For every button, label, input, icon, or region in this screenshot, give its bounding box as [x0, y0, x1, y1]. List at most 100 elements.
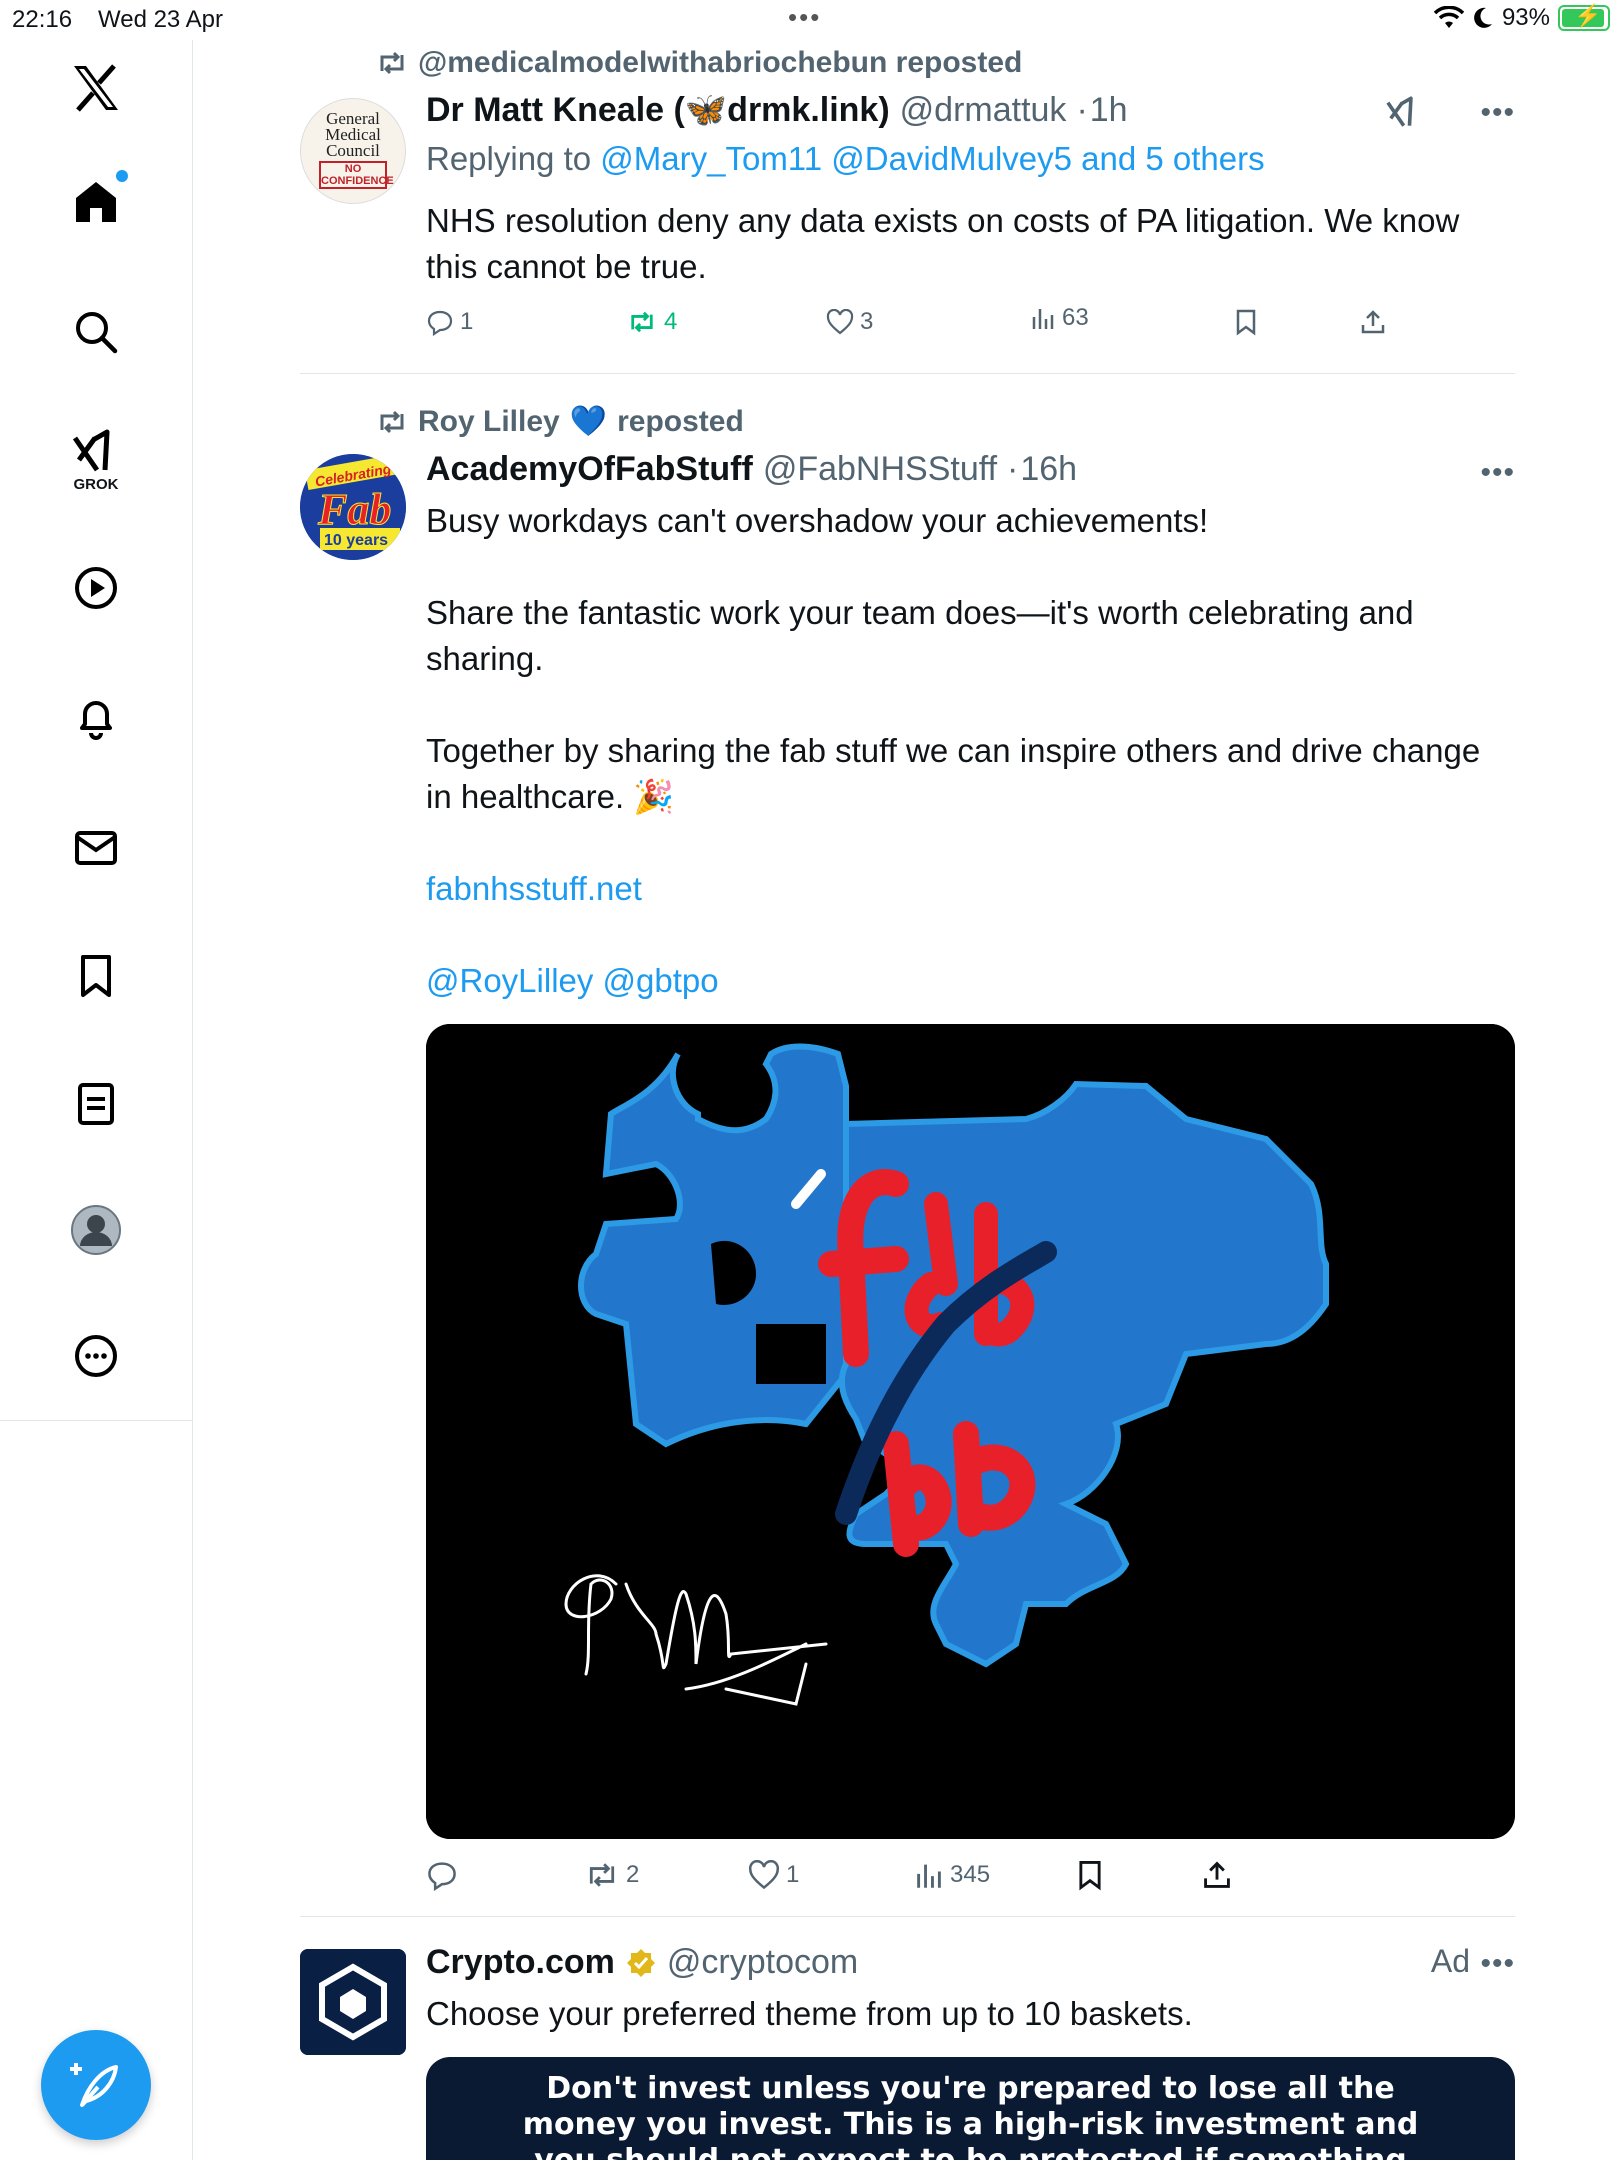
tweet-text-para-1: Busy workdays can't overshadow your achi…: [426, 502, 1209, 539]
share-button[interactable]: [1202, 1859, 1232, 1891]
status-time: 22:16: [12, 6, 73, 33]
repost-button[interactable]: 2: [584, 1859, 748, 1891]
display-name[interactable]: AcademyOfFabStuff: [426, 450, 753, 489]
ad-disclaimer-card[interactable]: Don't invest unless you're prepared to l…: [426, 2057, 1515, 2160]
avatar-fab-mid: Fab: [317, 485, 391, 534]
handle[interactable]: @FabNHSStuff: [763, 450, 997, 489]
reply-icon: [428, 1862, 456, 1891]
reply-icon: [427, 310, 453, 336]
timestamp[interactable]: 16h: [1020, 450, 1077, 489]
grok-label: GROK: [73, 476, 119, 493]
tweet-text-para-3: Together by sharing the fab stuff we can…: [426, 732, 1481, 815]
tweet-link[interactable]: fabnhsstuff.net: [426, 866, 1511, 912]
tweet-drmattuk[interactable]: @medicalmodelwithabriochebun reposted Ge…: [300, 0, 1515, 373]
avatar-cryptocom[interactable]: [300, 1949, 406, 2055]
tweet-actions: 1 4 3 63: [426, 304, 1426, 336]
replying-to: Replying to @Mary_Tom11 @DavidMulvey5 an…: [426, 140, 1265, 178]
views-icon: [917, 1864, 941, 1888]
like-button[interactable]: 3: [826, 308, 1030, 336]
repost-context-text[interactable]: @medicalmodelwithabriochebun reposted: [418, 46, 1022, 80]
views-button[interactable]: 345: [914, 1859, 1076, 1891]
repost-count: 4: [664, 308, 678, 335]
repost-context-name[interactable]: Roy Lilley: [418, 405, 560, 439]
grok-explain-icon[interactable]: [1385, 94, 1421, 130]
mail-icon[interactable]: [72, 824, 120, 872]
bookmark-button[interactable]: [1234, 308, 1360, 336]
like-button[interactable]: 1: [748, 1859, 914, 1891]
battery-icon: ⚡: [1558, 3, 1610, 31]
bookmark-icon[interactable]: [72, 952, 120, 1000]
bell-icon[interactable]: [72, 694, 120, 742]
repost-button[interactable]: 4: [626, 308, 826, 336]
verified-gold-badge-icon: [626, 1948, 655, 1977]
handle[interactable]: @cryptocom: [667, 1943, 858, 1982]
repost-icon: [380, 51, 404, 75]
x-logo-icon[interactable]: [70, 62, 122, 114]
repost-context: @medicalmodelwithabriochebun reposted: [376, 46, 1022, 80]
handle[interactable]: @drmattuk: [900, 91, 1067, 130]
tweet-text: NHS resolution deny any data exists on c…: [426, 202, 1460, 285]
repost-count: 2: [626, 1861, 640, 1888]
tweet-header: AcademyOfFabStuff @FabNHSStuff · 16h: [426, 450, 1077, 489]
display-name[interactable]: Crypto.com: [426, 1943, 615, 1982]
replying-to-prefix: Replying to: [426, 140, 592, 177]
tweet-fabnhsstuff[interactable]: Roy Lilley 💙 reposted Celebrating Fab 10…: [300, 374, 1515, 1916]
reply-button[interactable]: 1: [426, 308, 626, 336]
repost-context-suffix: reposted: [617, 404, 744, 438]
avatar-gmc[interactable]: General Medical Council NO CONFIDENCE: [300, 98, 406, 204]
home-icon[interactable]: [72, 170, 128, 226]
more-icon[interactable]: •••: [1480, 96, 1515, 130]
tweet-actions: 2 1 345: [426, 1859, 1426, 1891]
time-separator: ·: [1076, 91, 1088, 129]
grok-icon: [72, 429, 110, 472]
lists-icon[interactable]: [72, 1080, 120, 1128]
blue-heart-icon: 💙: [569, 405, 608, 438]
compose-button[interactable]: [41, 2030, 151, 2140]
like-count: 3: [860, 308, 874, 335]
sidebar: GROK: [0, 40, 193, 2160]
timestamp[interactable]: 1h: [1090, 91, 1128, 130]
avatar-fab[interactable]: Celebrating Fab 10 years: [300, 454, 406, 560]
display-name[interactable]: Dr Matt Kneale (🦋drmk.link): [426, 90, 890, 130]
more-options-icon[interactable]: [72, 1332, 120, 1380]
avatar-fab-bottom: 10 years: [324, 532, 388, 549]
compose-feather-icon: [70, 2063, 118, 2107]
replying-to-users[interactable]: @Mary_Tom11 @DavidMulvey5 and 5 others: [600, 140, 1264, 177]
grok-nav-item[interactable]: GROK: [71, 428, 121, 493]
search-icon[interactable]: [72, 308, 120, 356]
tweet-text-para-2: Share the fantastic work your team does—…: [426, 594, 1414, 677]
repost-icon: [631, 311, 653, 333]
bookmark-icon: [1079, 1861, 1101, 1891]
status-date: Wed 23 Apr: [98, 6, 223, 33]
share-icon: [1204, 1861, 1230, 1888]
tweet-header: Crypto.com @cryptocom: [426, 1943, 858, 1982]
profile-icon[interactable]: [70, 1204, 122, 1256]
heart-icon: [826, 309, 854, 335]
ad-disclaimer-text: Don't invest unless you're prepared to l…: [522, 2071, 1419, 2160]
ad-label: Ad: [1430, 1943, 1470, 1979]
avatar-stamp-line-2: CONFIDENCE: [321, 175, 394, 187]
views-button[interactable]: 63: [1030, 300, 1234, 336]
avatar-stamp-line-1: NO: [344, 163, 362, 175]
more-icon[interactable]: •••: [1480, 456, 1515, 490]
share-icon: [1361, 310, 1385, 334]
home-notification-dot: [116, 170, 128, 182]
time-separator: ·: [1007, 450, 1019, 488]
reply-button[interactable]: [426, 1859, 584, 1891]
share-button[interactable]: [1360, 308, 1386, 336]
sidebar-separator: [0, 1420, 193, 1421]
repost-icon: [589, 1863, 615, 1887]
bookmark-icon: [1236, 309, 1256, 336]
tweet-mentions[interactable]: @RoyLilley @gbtpo: [426, 958, 1511, 1004]
like-count: 1: [786, 1861, 800, 1888]
bookmark-button[interactable]: [1076, 1859, 1202, 1891]
reply-count: 1: [460, 308, 474, 335]
video-icon[interactable]: [72, 564, 120, 612]
tweet-text: Choose your preferred theme from up to 1…: [426, 1995, 1193, 2032]
views-icon: [1032, 309, 1054, 329]
more-icon[interactable]: •••: [1480, 1947, 1515, 1981]
fab-puzzle-artwork: [426, 1024, 1515, 1839]
tweet-ad-cryptocom[interactable]: Crypto.com @cryptocom Ad ••• Choose your…: [300, 1917, 1515, 2160]
tweet-image[interactable]: [426, 1024, 1515, 1839]
butterfly-icon: 🦋: [684, 91, 728, 129]
